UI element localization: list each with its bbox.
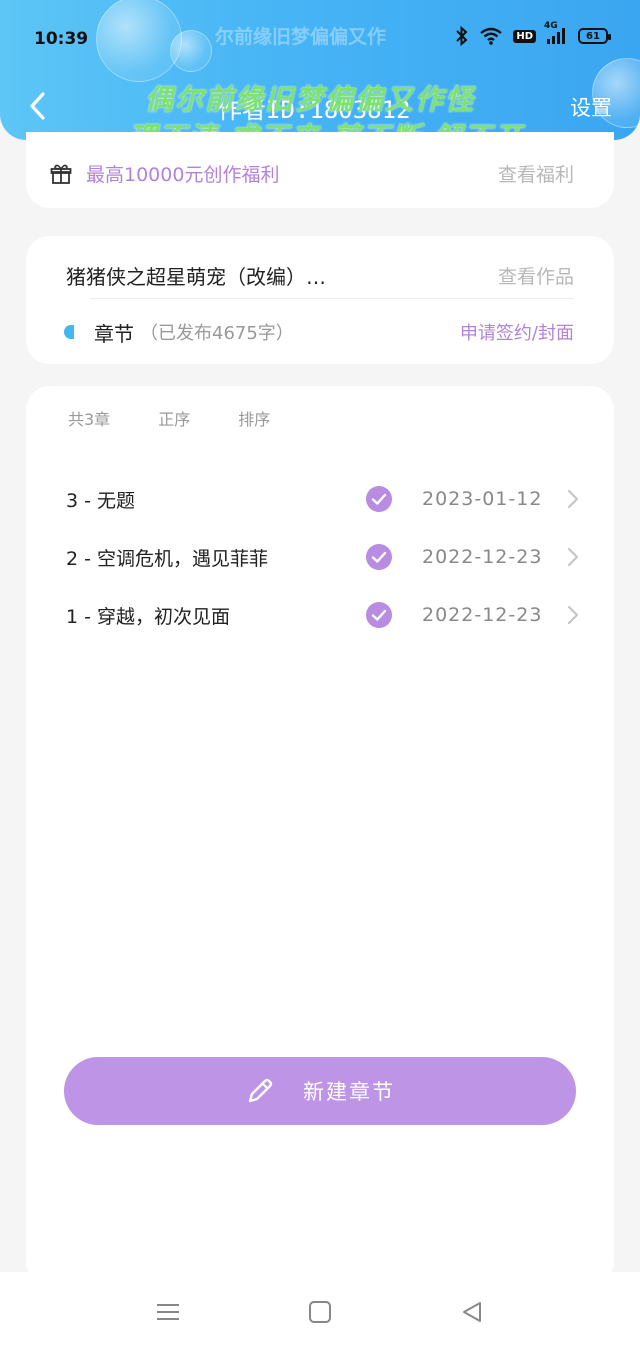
section-marker-icon — [64, 325, 74, 339]
chapter-list-card: 共3章 正序 排序 3 - 无题 2023-01-12 2 - 空调危机，遇见菲… — [26, 386, 614, 1286]
sort-button[interactable]: 排序 — [238, 406, 270, 430]
settings-button[interactable]: 设置 — [570, 92, 612, 122]
chapter-date: 2023-01-12 — [422, 488, 543, 510]
battery-icon: 61 — [578, 28, 611, 44]
benefit-card: 最高10000元创作福利 查看福利 — [26, 132, 614, 208]
chevron-left-icon — [30, 92, 45, 120]
status-icons: HD 4G 61 — [455, 21, 611, 46]
menu-icon — [157, 1304, 179, 1320]
view-benefits-link[interactable]: 查看福利 — [498, 160, 574, 187]
chapter-list: 3 - 无题 2023-01-12 2 - 空调危机，遇见菲菲 2022-12-… — [26, 470, 614, 644]
chevron-right-icon — [567, 489, 579, 509]
faint-header-title: 尔前缘旧梦偏偏又作 — [215, 26, 387, 48]
check-circle-icon — [366, 602, 392, 628]
nav-menu-button[interactable] — [154, 1298, 182, 1326]
network-label: 4G — [544, 21, 558, 31]
chapter-title: 2 - 空调危机，遇见菲菲 — [66, 547, 269, 570]
status-bar: 10:39 尔前缘旧梦偏偏又作 HD 4G 61 — [0, 0, 640, 80]
work-title: 猪猪侠之超星萌宠（改编）… — [66, 264, 326, 289]
author-id: 作者ID:1803812 — [218, 96, 411, 124]
system-nav-bar — [0, 1272, 640, 1351]
benefit-row[interactable]: 最高10000元创作福利 查看福利 — [50, 160, 574, 187]
chapter-date: 2022-12-23 — [422, 546, 543, 568]
nav-back-button[interactable] — [458, 1298, 486, 1326]
signal-icon: 4G — [544, 21, 568, 45]
pencil-icon — [248, 1078, 273, 1103]
view-work-link[interactable]: 查看作品 — [498, 262, 574, 289]
benefit-text: 最高10000元创作福利 — [86, 164, 280, 186]
chapter-total: 共3章 — [68, 410, 111, 429]
divider — [90, 298, 574, 299]
order-toggle[interactable]: 正序 — [158, 406, 190, 430]
chapter-word-count: （已发布4675字） — [140, 323, 294, 344]
chevron-right-icon — [567, 605, 579, 625]
chapter-summary-row: 章节 （已发布4675字） 申请签约/封面 — [64, 312, 574, 352]
chapter-row[interactable]: 2 - 空调危机，遇见菲菲 2022-12-23 — [26, 528, 614, 586]
back-button[interactable] — [22, 88, 52, 124]
chapter-row[interactable]: 3 - 无题 2023-01-12 — [26, 470, 614, 528]
status-time: 10:39 — [34, 29, 89, 49]
list-toolbar: 共3章 正序 排序 — [68, 406, 270, 430]
new-chapter-button[interactable]: 新建章节 — [64, 1057, 576, 1125]
chapter-label: 章节 — [94, 321, 134, 346]
chevron-right-icon — [567, 547, 579, 567]
chapter-title: 3 - 无题 — [66, 489, 136, 512]
check-circle-icon — [366, 486, 392, 512]
apply-contract-link[interactable]: 申请签约/封面 — [460, 319, 574, 345]
chapter-title: 1 - 穿越，初次见面 — [66, 605, 231, 628]
chapter-row[interactable]: 1 - 穿越，初次见面 2022-12-23 — [26, 586, 614, 644]
check-circle-icon — [366, 544, 392, 570]
hd-badge: HD — [513, 29, 536, 43]
gift-icon — [50, 164, 72, 184]
square-icon — [309, 1301, 331, 1323]
nav-home-button[interactable] — [306, 1298, 334, 1326]
new-chapter-label: 新建章节 — [303, 1080, 395, 1104]
triangle-back-icon — [463, 1302, 481, 1322]
app-header: 10:39 尔前缘旧梦偏偏又作 HD 4G 61 作者ID:1803812 设置… — [0, 0, 640, 140]
work-card: 猪猪侠之超星萌宠（改编）… 查看作品 章节 （已发布4675字） 申请签约/封面 — [26, 236, 614, 364]
wifi-icon — [479, 27, 503, 45]
work-title-row[interactable]: 猪猪侠之超星萌宠（改编）… 查看作品 — [66, 254, 574, 296]
bluetooth-icon — [455, 26, 469, 46]
chapter-date: 2022-12-23 — [422, 604, 543, 626]
